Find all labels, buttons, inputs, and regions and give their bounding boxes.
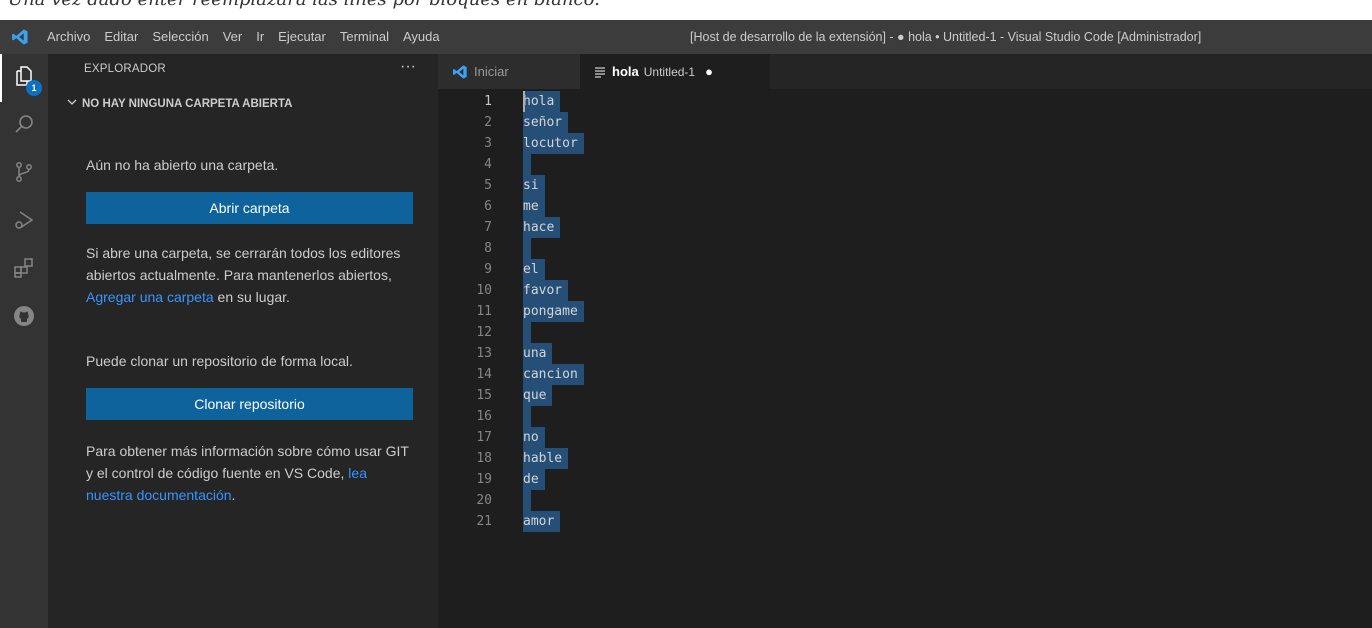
line-number: 19	[476, 472, 492, 487]
open-folder-button[interactable]: Abrir carpeta	[86, 192, 413, 224]
source-control-button[interactable]	[0, 150, 48, 198]
tab-label: Iniciar	[474, 64, 509, 79]
code-line[interactable]: hace	[523, 217, 561, 238]
menu-item[interactable]: Ir	[249, 20, 271, 54]
title-bar: Archivo Editar Selección Ver Ir Ejecutar Termi…	[0, 20, 1372, 54]
code-line[interactable]: una	[523, 343, 553, 364]
run-debug-icon	[12, 208, 36, 236]
code-line[interactable]	[523, 490, 531, 511]
run-debug-button[interactable]	[0, 198, 48, 246]
warning-text: Si abre una carpeta, se cerrarán todos l…	[86, 242, 416, 308]
code-line[interactable]: cancion	[523, 364, 584, 385]
tab-iniciar[interactable]: Iniciar	[438, 54, 580, 89]
code-line[interactable]: el	[523, 259, 545, 280]
menu-item[interactable]: Ayuda	[396, 20, 447, 54]
vscode-logo-icon	[0, 20, 40, 54]
line-number: 11	[476, 304, 492, 319]
text-file-icon	[594, 66, 606, 78]
menu-item[interactable]: Terminal	[333, 20, 396, 54]
code-line[interactable]: señor	[523, 112, 569, 133]
code-line[interactable]	[523, 322, 531, 343]
search-button[interactable]	[0, 102, 48, 150]
code-line[interactable]: me	[523, 196, 545, 217]
line-number: 14	[476, 367, 492, 382]
line-number: 12	[476, 325, 492, 340]
extensions-button[interactable]	[0, 246, 48, 294]
line-number: 15	[476, 388, 492, 403]
menu-item[interactable]: Archivo	[40, 20, 97, 54]
line-number: 1	[484, 94, 492, 109]
menu-item[interactable]: Ejecutar	[271, 20, 333, 54]
line-number: 18	[476, 451, 492, 466]
explorer-button[interactable]: 1	[0, 54, 48, 102]
sidebar-gutter	[48, 54, 60, 628]
github-icon	[12, 304, 36, 332]
caption-text: Una vez dado enter reemplazará las lines…	[8, 0, 601, 10]
code-line[interactable]: hola	[523, 91, 561, 112]
no-folder-text: Aún no ha abierto una carpeta.	[86, 157, 279, 173]
line-number: 2	[484, 115, 492, 130]
window-title: [Host de desarrollo de la extensión] - ●…	[690, 30, 1202, 44]
menu-item[interactable]: Editar	[97, 20, 145, 54]
code-line[interactable]	[523, 238, 531, 259]
clone-repository-button[interactable]: Clonar repositorio	[86, 388, 413, 420]
page-caption: Una vez dado enter reemplazará las lines…	[0, 0, 1372, 20]
no-folder-section-header[interactable]: NO HAY NINGUNA CARPETA ABIERTA	[66, 96, 292, 111]
line-number: 21	[476, 514, 492, 529]
code-editor[interactable]: 1 hola 2 señor 3 locutor 4 5 si 6 me 7 hace 8 9 el 10 fav…	[438, 89, 1372, 628]
line-number: 20	[476, 493, 492, 508]
tab-hola[interactable]: hola Untitled-1 ●	[580, 54, 770, 89]
activity-bar: 1	[0, 54, 48, 628]
more-actions-button[interactable]: ···	[400, 58, 416, 76]
explorer-badge: 1	[26, 80, 42, 96]
chevron-down-icon	[66, 96, 78, 111]
clone-text: Puede clonar un repositorio de forma loc…	[86, 353, 353, 369]
add-folder-link[interactable]: Agregar una carpeta	[86, 289, 214, 305]
editor-tabs: Iniciar hola Untitled-1 ●	[438, 54, 1372, 89]
line-number: 9	[484, 262, 492, 277]
unsaved-dot-icon[interactable]: ●	[705, 64, 713, 79]
line-number: 10	[476, 283, 492, 298]
menu-item[interactable]: Selección	[145, 20, 215, 54]
code-line[interactable]: favor	[523, 280, 569, 301]
line-number: 17	[476, 430, 492, 445]
code-line[interactable]	[523, 406, 531, 427]
line-number: 5	[484, 178, 492, 193]
line-number: 3	[484, 136, 492, 151]
code-line[interactable]: hable	[523, 448, 569, 469]
git-info-end: .	[231, 487, 236, 503]
menu-bar: Archivo Editar Selección Ver Ir Ejecutar Termi…	[40, 20, 447, 54]
line-number: 13	[476, 346, 492, 361]
line-number: 8	[484, 241, 492, 256]
warning-text-end: en su lugar.	[217, 289, 290, 305]
tab-description: Untitled-1	[643, 64, 696, 79]
code-line[interactable]: si	[523, 175, 545, 196]
section-title: NO HAY NINGUNA CARPETA ABIERTA	[82, 97, 293, 110]
search-icon	[12, 112, 36, 140]
code-line[interactable]: de	[523, 469, 545, 490]
explorer-sidebar: EXPLORADOR ··· NO HAY NINGUNA CARPETA AB…	[60, 54, 438, 628]
text-cursor	[523, 91, 525, 112]
sidebar-title: EXPLORADOR	[84, 63, 166, 75]
code-line[interactable]: no	[523, 427, 545, 448]
code-line[interactable]: locutor	[523, 133, 584, 154]
line-number: 6	[484, 199, 492, 214]
extensions-icon	[12, 256, 36, 284]
git-info-text: Para obtener más información sobre cómo …	[86, 440, 416, 506]
vscode-window: Archivo Editar Selección Ver Ir Ejecutar Termi…	[0, 20, 1372, 628]
line-number: 16	[476, 409, 492, 424]
line-number: 7	[484, 220, 492, 235]
menu-item[interactable]: Ver	[216, 20, 250, 54]
warning-text-start: Si abre una carpeta, se cerrarán todos l…	[86, 245, 401, 283]
source-control-icon	[12, 160, 36, 188]
github-button[interactable]	[0, 294, 48, 342]
code-line[interactable]: que	[523, 385, 553, 406]
tab-label: hola	[612, 64, 639, 79]
code-line[interactable]: amor	[523, 511, 561, 532]
code-line[interactable]	[523, 154, 531, 175]
vscode-tab-icon	[452, 64, 468, 80]
code-line[interactable]: pongame	[523, 301, 584, 322]
line-number: 4	[484, 157, 492, 172]
